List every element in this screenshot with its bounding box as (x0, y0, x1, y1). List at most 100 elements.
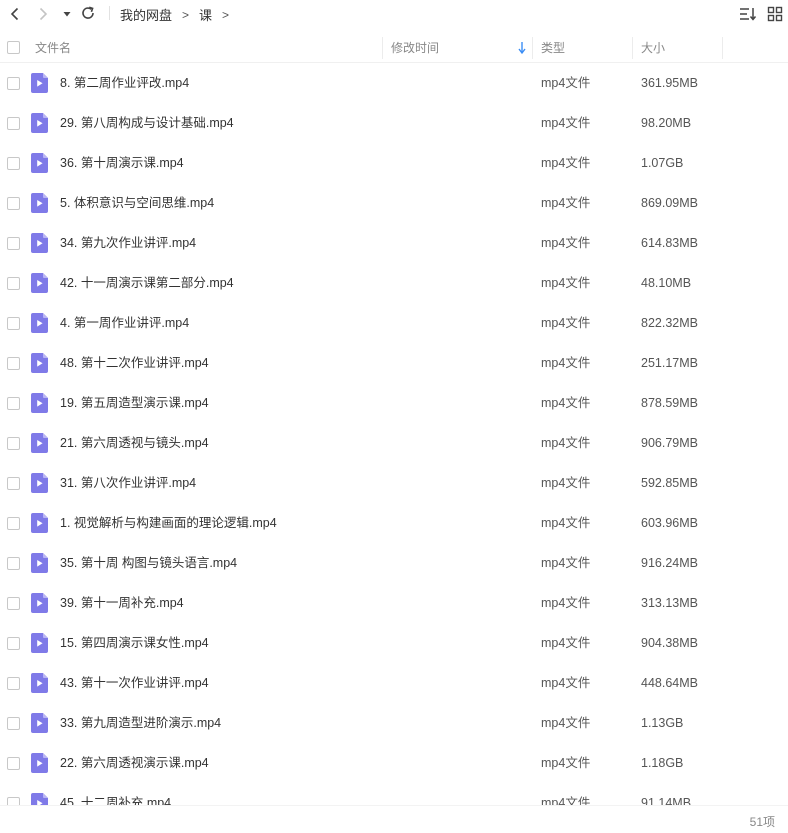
breadcrumb: 我的网盘 > 课 > (120, 5, 229, 24)
file-name[interactable]: 4. 第一周作业讲评.mp4 (60, 303, 189, 343)
file-row[interactable]: 21. 第六周透视与镜头.mp4 mp4文件 906.79MB (0, 423, 788, 463)
file-name[interactable]: 31. 第八次作业讲评.mp4 (60, 463, 196, 503)
row-checkbox[interactable] (7, 677, 20, 690)
file-name[interactable]: 34. 第九次作业讲评.mp4 (60, 223, 196, 263)
file-name[interactable]: 22. 第六周透视演示课.mp4 (60, 743, 209, 783)
file-size: 448.64MB (641, 676, 698, 690)
file-row[interactable]: 36. 第十周演示课.mp4 mp4文件 1.07GB (0, 143, 788, 183)
file-row[interactable]: 34. 第九次作业讲评.mp4 mp4文件 614.83MB (0, 223, 788, 263)
refresh-button[interactable] (80, 5, 96, 21)
row-checkbox[interactable] (7, 517, 20, 530)
file-row[interactable]: 48. 第十二次作业讲评.mp4 mp4文件 251.17MB (0, 343, 788, 383)
row-checkbox[interactable] (7, 77, 20, 90)
row-checkbox[interactable] (7, 117, 20, 130)
back-button[interactable] (7, 6, 23, 22)
file-name[interactable]: 5. 体积意识与空间思维.mp4 (60, 183, 214, 223)
file-row[interactable]: 4. 第一周作业讲评.mp4 mp4文件 822.32MB (0, 303, 788, 343)
file-size: 869.09MB (641, 196, 698, 210)
file-name[interactable]: 8. 第二周作业评改.mp4 (60, 63, 189, 103)
row-checkbox[interactable] (7, 357, 20, 370)
forward-button[interactable] (35, 6, 51, 22)
row-checkbox[interactable] (7, 797, 20, 805)
column-size[interactable]: 大小 (641, 33, 665, 63)
file-name[interactable]: 42. 十一周演示课第二部分.mp4 (60, 263, 234, 303)
file-name[interactable]: 36. 第十周演示课.mp4 (60, 143, 184, 183)
column-type[interactable]: 类型 (541, 33, 565, 63)
row-checkbox[interactable] (7, 197, 20, 210)
chevron-right-icon (39, 7, 48, 21)
row-checkbox[interactable] (7, 557, 20, 570)
file-name[interactable]: 35. 第十周 构图与镜头语言.mp4 (60, 543, 237, 583)
file-name[interactable]: 1. 视觉解析与构建画面的理论逻辑.mp4 (60, 503, 277, 543)
video-file-icon (31, 393, 48, 413)
file-type: mp4文件 (541, 596, 591, 610)
history-dropdown[interactable] (62, 9, 72, 19)
file-name[interactable]: 43. 第十一次作业讲评.mp4 (60, 663, 209, 703)
file-row[interactable]: 29. 第八周构成与设计基础.mp4 mp4文件 98.20MB (0, 103, 788, 143)
file-row[interactable]: 35. 第十周 构图与镜头语言.mp4 mp4文件 916.24MB (0, 543, 788, 583)
row-checkbox[interactable] (7, 597, 20, 610)
file-size: 822.32MB (641, 316, 698, 330)
column-divider[interactable] (722, 37, 723, 59)
row-checkbox[interactable] (7, 237, 20, 250)
row-checkbox[interactable] (7, 757, 20, 770)
row-checkbox[interactable] (7, 397, 20, 410)
file-row[interactable]: 45. 十二周补充.mp4 mp4文件 91.14MB (0, 783, 788, 805)
sort-list-icon (740, 8, 757, 21)
sort-descending-icon[interactable] (517, 41, 527, 55)
file-size: 916.24MB (641, 556, 698, 570)
file-row[interactable]: 39. 第十一周补充.mp4 mp4文件 313.13MB (0, 583, 788, 623)
grid-view-button[interactable] (767, 6, 783, 22)
file-type: mp4文件 (541, 516, 591, 530)
file-row[interactable]: 43. 第十一次作业讲评.mp4 mp4文件 448.64MB (0, 663, 788, 703)
file-row[interactable]: 8. 第二周作业评改.mp4 mp4文件 361.95MB (0, 63, 788, 103)
file-type: mp4文件 (541, 76, 591, 90)
file-name[interactable]: 19. 第五周造型演示课.mp4 (60, 383, 209, 423)
file-size: 98.20MB (641, 116, 692, 130)
column-divider[interactable] (532, 37, 533, 59)
row-checkbox[interactable] (7, 317, 20, 330)
breadcrumb-separator[interactable]: > (222, 8, 229, 22)
breadcrumb-item-root[interactable]: 我的网盘 (120, 5, 172, 24)
video-file-icon (31, 113, 48, 133)
row-checkbox[interactable] (7, 477, 20, 490)
video-file-icon (31, 353, 48, 373)
file-row[interactable]: 42. 十一周演示课第二部分.mp4 mp4文件 48.10MB (0, 263, 788, 303)
file-name[interactable]: 39. 第十一周补充.mp4 (60, 583, 184, 623)
file-list: 8. 第二周作业评改.mp4 mp4文件 361.95MB 29. 第八周构成与设计基… (0, 63, 788, 805)
column-divider[interactable] (632, 37, 633, 59)
file-row[interactable]: 31. 第八次作业讲评.mp4 mp4文件 592.85MB (0, 463, 788, 503)
file-size: 313.13MB (641, 596, 698, 610)
file-row[interactable]: 22. 第六周透视演示课.mp4 mp4文件 1.18GB (0, 743, 788, 783)
status-bar: 51项 (0, 805, 788, 833)
row-checkbox[interactable] (7, 637, 20, 650)
row-checkbox[interactable] (7, 437, 20, 450)
column-divider[interactable] (382, 37, 383, 59)
file-name[interactable]: 21. 第六周透视与镜头.mp4 (60, 423, 209, 463)
file-type: mp4文件 (541, 756, 591, 770)
video-file-icon (31, 673, 48, 693)
row-checkbox[interactable] (7, 277, 20, 290)
file-row[interactable]: 19. 第五周造型演示课.mp4 mp4文件 878.59MB (0, 383, 788, 423)
file-row[interactable]: 33. 第九周造型进阶演示.mp4 mp4文件 1.13GB (0, 703, 788, 743)
file-name[interactable]: 45. 十二周补充.mp4 (60, 783, 171, 805)
sort-button[interactable] (739, 6, 757, 22)
column-name[interactable]: 文件名 (35, 33, 71, 63)
file-name[interactable]: 33. 第九周造型进阶演示.mp4 (60, 703, 221, 743)
file-name[interactable]: 48. 第十二次作业讲评.mp4 (60, 343, 209, 383)
select-all-checkbox[interactable] (7, 41, 20, 54)
file-name[interactable]: 15. 第四周演示课女性.mp4 (60, 623, 209, 663)
breadcrumb-item-current[interactable]: 课 (199, 5, 212, 24)
file-row[interactable]: 1. 视觉解析与构建画面的理论逻辑.mp4 mp4文件 603.96MB (0, 503, 788, 543)
column-modified[interactable]: 修改时间 (391, 33, 439, 63)
file-type: mp4文件 (541, 396, 591, 410)
video-file-icon (31, 73, 48, 93)
video-file-icon (31, 233, 48, 253)
video-file-icon (31, 153, 48, 173)
file-row[interactable]: 15. 第四周演示课女性.mp4 mp4文件 904.38MB (0, 623, 788, 663)
file-name[interactable]: 29. 第八周构成与设计基础.mp4 (60, 103, 234, 143)
row-checkbox[interactable] (7, 717, 20, 730)
file-type: mp4文件 (541, 556, 591, 570)
row-checkbox[interactable] (7, 157, 20, 170)
file-row[interactable]: 5. 体积意识与空间思维.mp4 mp4文件 869.09MB (0, 183, 788, 223)
